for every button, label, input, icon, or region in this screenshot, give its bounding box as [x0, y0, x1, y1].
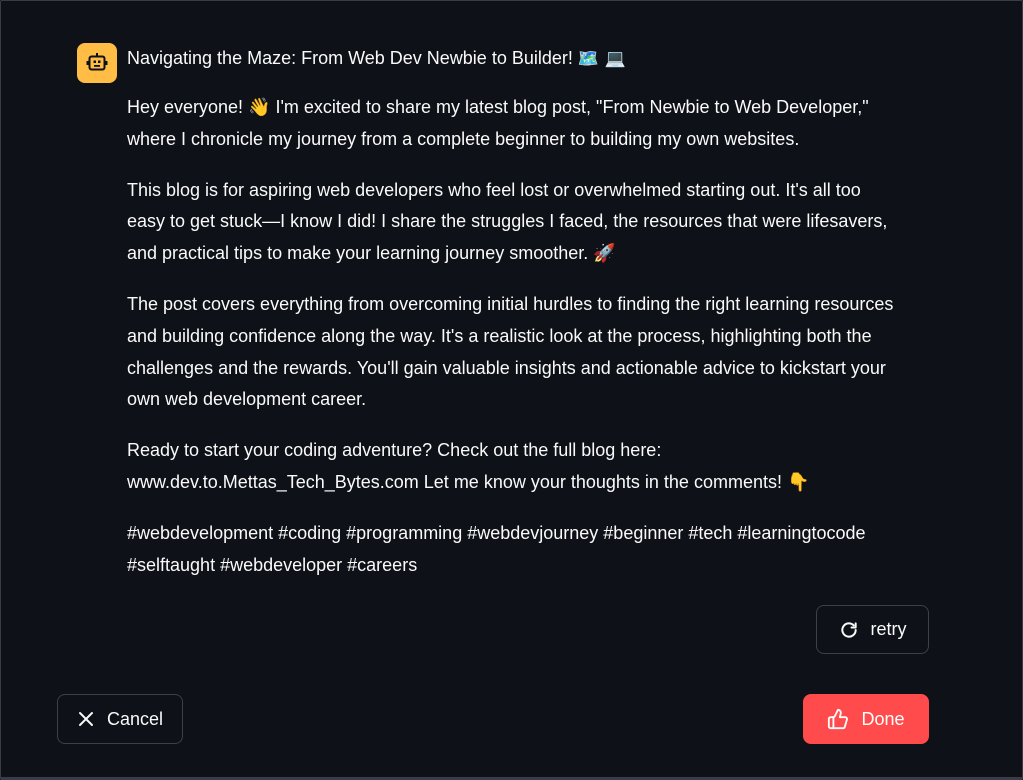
message-title: Navigating the Maze: From Web Dev Newbie… [127, 45, 947, 72]
paragraph-line: and practical tips to make your learning… [127, 243, 616, 264]
chat-window: Navigating the Maze: From Web Dev Newbie… [0, 0, 1023, 780]
message-hashtags: #webdevelopment #coding #programming #we… [127, 518, 937, 582]
paragraph-line: easy to get stuck—I know I did! I share … [127, 211, 888, 232]
paragraph-line: where I chronicle my journey from a comp… [127, 128, 800, 149]
cancel-button-label: Cancel [106, 708, 164, 729]
title-emojis: 🗺️ 💻 [577, 49, 626, 69]
paragraph-line: Hey everyone! 👋 I'm excited to share my … [127, 97, 869, 117]
paragraph-line: This blog is for aspiring web developers… [127, 179, 861, 200]
paragraph-line: www.dev.to.Mettas_Tech_Bytes.com Let me … [127, 471, 810, 492]
cancel-button[interactable]: Cancel [57, 694, 183, 744]
assistant-avatar [77, 43, 117, 83]
paragraph-line: and building confidence along the way. I… [127, 325, 872, 346]
paragraph-line: #selftaught #webdeveloper #careers [127, 554, 418, 575]
message-title-text: Navigating the Maze: From Web Dev Newbie… [127, 48, 573, 68]
done-button-label: Done [861, 708, 905, 729]
assistant-message: Navigating the Maze: From Web Dev Newbie… [127, 45, 947, 600]
paragraph-line: own web development career. [127, 389, 367, 410]
robot-icon [85, 51, 109, 75]
message-paragraph-cta: Ready to start your coding adventure? Ch… [127, 435, 937, 499]
retry-button-label: retry [870, 619, 907, 639]
retry-button[interactable]: retry [816, 605, 929, 654]
paragraph-line: The post covers everything from overcomi… [127, 293, 894, 314]
paragraph-line: Ready to start your coding adventure? Ch… [127, 440, 662, 461]
done-button[interactable]: Done [803, 694, 929, 744]
message-paragraph-intro: Hey everyone! 👋 I'm excited to share my … [127, 92, 937, 156]
paragraph-line: challenges and the rewards. You'll gain … [127, 357, 886, 378]
close-icon [77, 710, 95, 728]
message-paragraph-audience: This blog is for aspiring web developers… [127, 175, 937, 270]
paragraph-line: #webdevelopment #coding #programming #we… [127, 522, 866, 543]
refresh-icon [839, 620, 859, 640]
message-paragraph-coverage: The post covers everything from overcomi… [127, 289, 937, 416]
thumbs-up-icon [827, 708, 849, 730]
